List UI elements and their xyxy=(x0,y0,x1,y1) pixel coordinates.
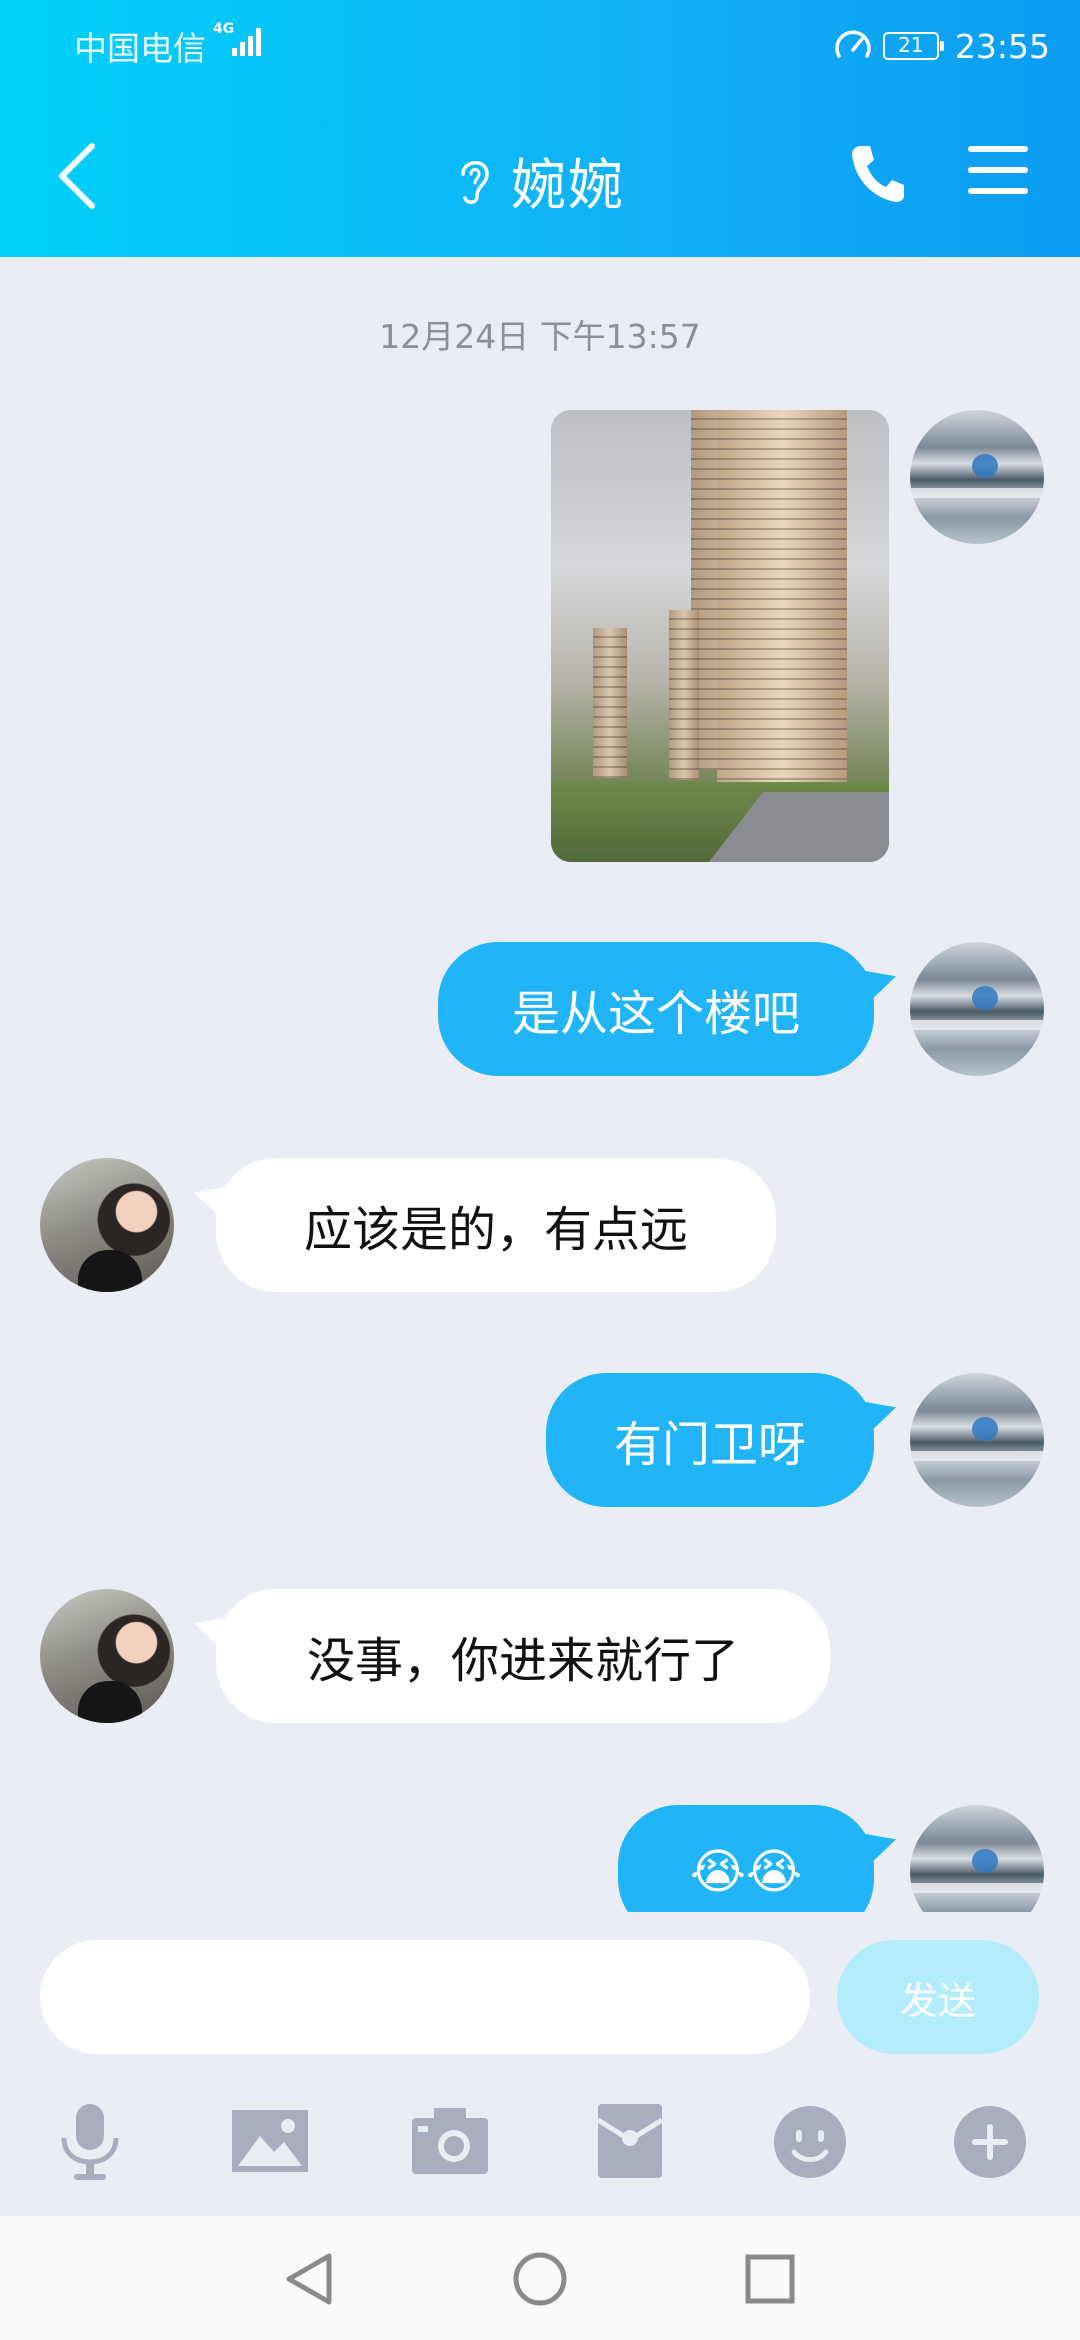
message-timestamp: 12月24日 下午13:57 xyxy=(379,317,701,356)
speedometer-icon xyxy=(835,30,871,58)
send-button[interactable]: 发送 xyxy=(837,1940,1039,2054)
message-text: 是从这个楼吧 xyxy=(511,986,800,1042)
status-bar: 中国电信 4G 21 23:55 xyxy=(0,22,1080,70)
battery-icon: 21 xyxy=(882,32,944,60)
signal-icon xyxy=(232,28,266,56)
contact-avatar[interactable] xyxy=(40,1589,174,1723)
received-message-bubble[interactable]: 应该是的，有点远 xyxy=(216,1158,776,1292)
message-text: 应该是的，有点远 xyxy=(303,1202,688,1258)
mic-icon[interactable] xyxy=(48,2098,132,2182)
image-icon[interactable] xyxy=(228,2098,312,2182)
my-avatar[interactable] xyxy=(910,942,1044,1076)
plus-icon[interactable] xyxy=(948,2098,1032,2182)
menu-icon[interactable] xyxy=(968,142,1028,198)
message-text: 有门卫呀 xyxy=(613,1417,806,1473)
my-avatar[interactable] xyxy=(910,410,1044,544)
emoji-icon[interactable] xyxy=(768,2098,852,2182)
image-message[interactable] xyxy=(551,410,889,862)
nav-back-icon[interactable] xyxy=(281,2250,339,2308)
message-text: 😭😭 xyxy=(689,1844,803,1900)
contact-avatar[interactable] xyxy=(40,1158,174,1292)
battery-level: 21 xyxy=(898,33,924,57)
message-text: 没事，你进来就行了 xyxy=(306,1633,739,1689)
system-navigation-bar xyxy=(0,2216,1080,2340)
sent-message-bubble[interactable]: 有门卫呀 xyxy=(546,1373,874,1507)
send-label: 发送 xyxy=(899,1978,976,2023)
contact-name: 婉婉 xyxy=(510,153,625,217)
camera-icon[interactable] xyxy=(408,2098,492,2182)
top-bar: 中国电信 4G 21 23:55 婉婉 xyxy=(0,0,1080,257)
nav-home-icon[interactable] xyxy=(511,2250,569,2308)
my-avatar[interactable] xyxy=(910,1805,1044,1912)
received-message-bubble[interactable]: 没事，你进来就行了 xyxy=(216,1589,830,1723)
input-toolbar xyxy=(0,2098,1080,2194)
my-avatar[interactable] xyxy=(910,1373,1044,1507)
phone-call-icon[interactable] xyxy=(848,142,906,204)
ear-mode-icon[interactable] xyxy=(455,152,495,208)
clock: 23:55 xyxy=(954,26,1050,66)
carrier-name: 中国电信 xyxy=(74,29,206,68)
message-input[interactable] xyxy=(40,1940,810,2054)
sent-message-bubble[interactable]: 😭😭 xyxy=(618,1805,874,1912)
chat-clip: 😭😭 xyxy=(0,1790,1080,1912)
red-packet-icon[interactable] xyxy=(588,2098,672,2182)
sent-message-bubble[interactable]: 是从这个楼吧 xyxy=(438,942,874,1076)
nav-recents-icon[interactable] xyxy=(741,2250,799,2308)
chat-header: 婉婉 xyxy=(0,100,1080,250)
